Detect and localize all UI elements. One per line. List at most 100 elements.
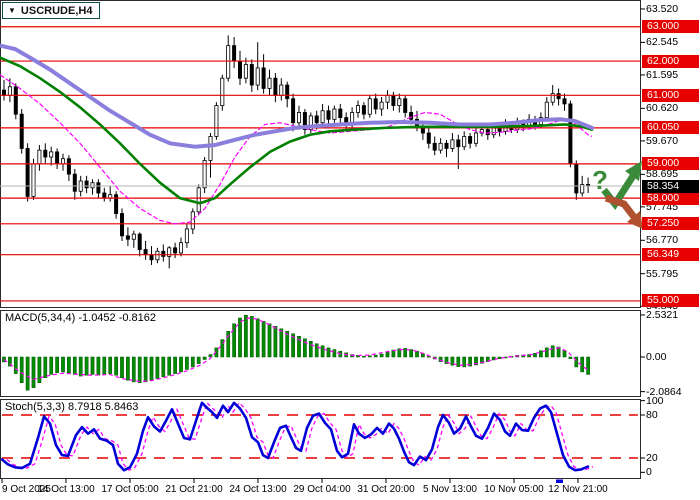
candle-body bbox=[268, 78, 271, 88]
candle-body bbox=[179, 243, 182, 253]
candle-body bbox=[120, 214, 123, 236]
candle-body bbox=[221, 78, 224, 105]
macd-bar bbox=[203, 357, 206, 359]
candle-body bbox=[103, 193, 106, 198]
macd-bar bbox=[179, 357, 182, 372]
candle-body bbox=[333, 109, 336, 119]
macd-bar bbox=[315, 344, 318, 357]
candle-body bbox=[50, 152, 53, 157]
candle-body bbox=[256, 68, 259, 85]
macd-tick-label: 2.5321 bbox=[646, 309, 678, 321]
stoch-tick-label: 80 bbox=[646, 409, 658, 421]
macd-bar bbox=[321, 346, 324, 357]
macd-bar bbox=[14, 357, 17, 374]
macd-bar bbox=[120, 357, 123, 378]
time-tick-label: 21 Oct 21:00 bbox=[165, 484, 222, 495]
symbol-timeframe-label[interactable]: ▼ USCRUDE,H4 bbox=[2, 2, 100, 19]
candle-body bbox=[215, 106, 218, 137]
macd-bar bbox=[575, 357, 578, 367]
candle-body bbox=[392, 95, 395, 105]
time-tick-label: 31 Oct 20:00 bbox=[357, 484, 414, 495]
price-level-tag: 60.050 bbox=[642, 121, 699, 134]
price-tick-label: 59.670 bbox=[646, 135, 678, 147]
macd-bar bbox=[132, 357, 135, 382]
candle-body bbox=[250, 64, 253, 85]
time-tick-label: 12 Nov 21:00 bbox=[548, 484, 608, 495]
macd-bar bbox=[197, 357, 200, 364]
macd-bar bbox=[191, 357, 194, 367]
candle-body bbox=[274, 78, 277, 95]
candle-body bbox=[351, 112, 354, 122]
macd-bar bbox=[73, 357, 76, 374]
price-level-tag: 55.000 bbox=[642, 294, 699, 307]
macd-bar bbox=[156, 357, 159, 379]
time-tick-label: 17 Oct 05:00 bbox=[101, 484, 158, 495]
candle-body bbox=[162, 251, 165, 256]
macd-bar bbox=[79, 357, 82, 376]
candle-body bbox=[427, 133, 430, 143]
time-axis-marker bbox=[556, 480, 563, 484]
time-tick-label: 29 Oct 04:00 bbox=[293, 484, 350, 495]
macd-bar bbox=[250, 316, 253, 357]
candle-body bbox=[386, 95, 389, 102]
stoch-tick-label: 20 bbox=[646, 452, 658, 464]
macd-bar bbox=[91, 357, 94, 374]
candle-body bbox=[545, 102, 548, 117]
macd-bar bbox=[498, 357, 501, 359]
candle-body bbox=[209, 136, 212, 160]
candle-body bbox=[262, 68, 265, 89]
candle-body bbox=[132, 234, 135, 239]
candle-body bbox=[469, 136, 472, 143]
macd-bar bbox=[20, 357, 23, 383]
macd-bar bbox=[380, 354, 383, 357]
candle-body bbox=[362, 106, 365, 115]
trading-chart-window: ▼ USCRUDE,H4 MACD(5,34,4) -1.0452 -0.816… bbox=[0, 0, 700, 500]
macd-bar bbox=[268, 324, 271, 357]
candle-body bbox=[433, 143, 436, 150]
candle-body bbox=[14, 87, 17, 114]
macd-bar bbox=[185, 357, 188, 369]
candle-body bbox=[439, 143, 442, 150]
macd-bar bbox=[539, 351, 542, 357]
macd-bar bbox=[109, 357, 112, 374]
candle-body bbox=[197, 188, 200, 212]
macd-bar bbox=[162, 357, 165, 377]
candle-body bbox=[20, 114, 23, 148]
candle-body bbox=[404, 99, 407, 113]
candle-body bbox=[244, 64, 247, 78]
candle-body bbox=[238, 61, 241, 78]
candle-body bbox=[457, 140, 460, 147]
macd-bar bbox=[44, 357, 47, 378]
candle-body bbox=[563, 99, 566, 104]
price-tick-label: 62.545 bbox=[646, 36, 678, 48]
time-tick-label: 5 Nov 13:00 bbox=[423, 484, 477, 495]
time-tick-label: 10 Nov 05:00 bbox=[484, 484, 544, 495]
candle-body bbox=[297, 112, 300, 122]
macd-bar bbox=[38, 357, 41, 383]
price-level-tag: 58.000 bbox=[642, 192, 699, 205]
time-tick-label: 14 Oct 13:00 bbox=[37, 484, 94, 495]
candle-body bbox=[156, 251, 159, 260]
candle-body bbox=[227, 46, 230, 79]
price-level-tag: 63.000 bbox=[642, 20, 699, 33]
macd-bar bbox=[333, 350, 336, 357]
price-tick-label: 63.520 bbox=[646, 3, 678, 15]
candle-body bbox=[144, 250, 147, 255]
macd-bar bbox=[61, 357, 64, 372]
candle-body bbox=[85, 181, 88, 188]
macd-bar bbox=[97, 357, 100, 375]
candle-body bbox=[463, 136, 466, 146]
candle-body bbox=[474, 133, 477, 143]
candle-body bbox=[451, 140, 454, 149]
candle-body bbox=[557, 94, 560, 99]
candle-body bbox=[126, 236, 129, 239]
stoch-indicator-label: Stoch(5,3,3) 8.7918 5.8463 bbox=[5, 401, 138, 413]
chart-canvas bbox=[0, 0, 700, 500]
forecast-arrows bbox=[604, 161, 643, 229]
macd-bar bbox=[551, 346, 554, 357]
dropdown-arrow-icon: ▼ bbox=[8, 7, 16, 15]
macd-bar bbox=[286, 331, 289, 357]
price-level-tag: 57.250 bbox=[642, 217, 699, 230]
question-mark-annotation: ? bbox=[592, 165, 608, 196]
macd-bar bbox=[368, 356, 371, 357]
